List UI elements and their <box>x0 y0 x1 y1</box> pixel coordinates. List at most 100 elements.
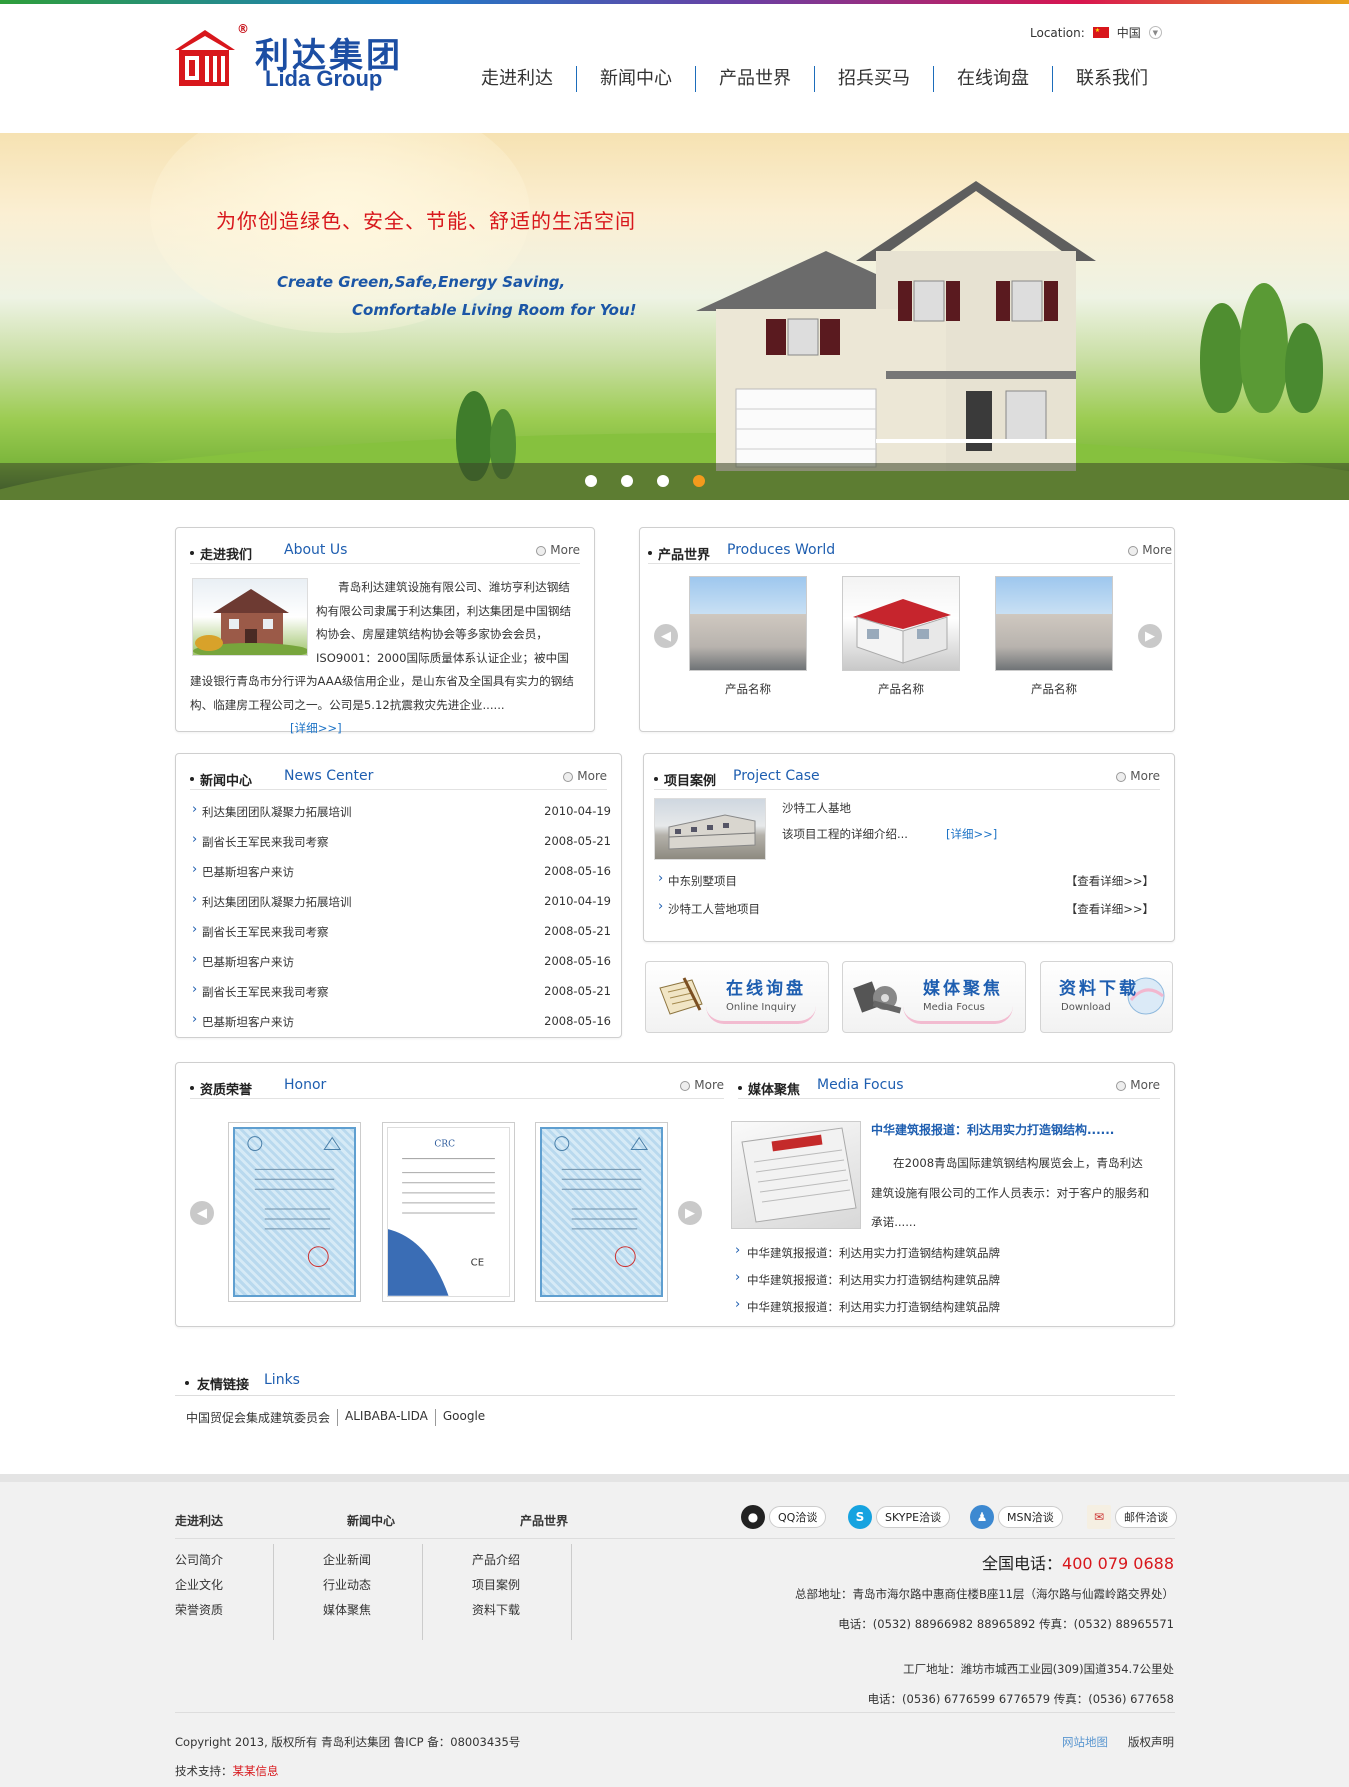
footer-link[interactable]: 媒体聚焦 <box>323 1598 371 1623</box>
footer-link[interactable]: 企业文化 <box>175 1573 223 1598</box>
about-panel: 走进我们 About Us More 青岛利达建筑设施有限公司、潍坊亨利达钢结构… <box>175 527 595 735</box>
product-image <box>842 576 960 671</box>
mail-icon: ✉ <box>1087 1505 1111 1529</box>
skype-chat-button[interactable]: S SKYPE洽谈 <box>848 1504 951 1530</box>
main-nav: 走进利达 新闻中心 产品世界 招兵买马 在线询盘 联系我们 <box>458 66 1171 92</box>
case-feature-title[interactable]: 沙特工人基地 <box>782 800 851 816</box>
media-more-link[interactable]: More <box>1116 1078 1160 1092</box>
email-chat-button[interactable]: ✉ 邮件洽谈 <box>1087 1504 1177 1530</box>
nav-products[interactable]: 产品世界 <box>695 66 814 92</box>
friend-link[interactable]: 中国贸促会集成建筑委员会 <box>186 1409 337 1426</box>
product-item[interactable]: 产品名称 <box>842 576 960 697</box>
media-row[interactable]: 中华建筑报报道：利达用实力打造钢结构建筑品牌 <box>735 1270 1000 1294</box>
friend-link[interactable]: Google <box>434 1409 492 1426</box>
slider-dot-2[interactable] <box>621 475 633 487</box>
about-more-link[interactable]: More <box>536 543 580 557</box>
footer-link[interactable]: 产品介绍 <box>472 1548 520 1573</box>
tree <box>1285 323 1323 413</box>
media-summary: 在2008青岛国际建筑钢结构展览会上，青岛利达建筑设施有限公司的工作人员表示：对… <box>871 1156 1150 1229</box>
cases-more-link[interactable]: More <box>1116 769 1160 783</box>
qq-chat-button[interactable]: ● QQ洽谈 <box>741 1504 827 1530</box>
footer-link[interactable]: 资料下载 <box>472 1598 520 1623</box>
hq-address: 总部地址：青岛市海尔路中惠商住楼B座11层（海尔路与仙霞岭路交界处） <box>794 1587 1174 1601</box>
news-row[interactable]: 副省长王军民来我司考察2008-05-21 <box>192 918 611 944</box>
slider-dot-1[interactable] <box>585 475 597 487</box>
hq-tel: 电话：(0532) 88966982 88965892 传真：(0532) 88… <box>838 1617 1174 1631</box>
location-selector[interactable]: Location: 中国 ▼ <box>1030 24 1162 41</box>
product-item[interactable]: 产品名称 <box>995 576 1113 697</box>
honor-certificate[interactable]: CRC CE <box>382 1122 515 1302</box>
links-title: 友情链接 Links <box>175 1370 1175 1396</box>
msn-chat-button[interactable]: ♟ MSN洽谈 <box>970 1504 1063 1530</box>
product-item[interactable]: 产品名称 <box>689 576 807 697</box>
banner-slogan-en-1: Create Green,Safe,Energy Saving, <box>277 273 566 291</box>
honor-certificate[interactable] <box>535 1122 668 1302</box>
cases-title: 项目案例 Project Case More <box>654 768 1160 790</box>
news-row[interactable]: 利达集团团队凝聚力拓展培训2010-04-19 <box>192 888 611 914</box>
online-inquiry-button[interactable]: 在线询盘 Online Inquiry <box>645 961 829 1033</box>
case-detail-link[interactable]: [详细>>] <box>946 826 997 842</box>
footer-link[interactable]: 荣誉资质 <box>175 1598 223 1623</box>
news-more-link[interactable]: More <box>563 769 607 783</box>
tech-support-link[interactable]: 某某信息 <box>233 1764 279 1778</box>
nav-news[interactable]: 新闻中心 <box>576 66 695 92</box>
case-row[interactable]: 中东别墅项目【查看详细>>】 <box>658 870 1154 892</box>
sitemap-link[interactable]: 网站地图 <box>1062 1734 1108 1750</box>
download-button[interactable]: 资料下载 Download <box>1040 961 1173 1033</box>
friend-links: 中国贸促会集成建筑委员会 ALIBABA-LIDA Google <box>186 1409 492 1426</box>
friend-link[interactable]: ALIBABA-LIDA <box>337 1409 435 1426</box>
header: ® 利达集团 Lida Group Location: 中国 ▼ 走进利达 新闻… <box>0 4 1349 133</box>
banner-slogan-en-2: Comfortable Living Room for You! <box>352 301 637 319</box>
honor-certificate[interactable] <box>228 1122 361 1302</box>
about-detail-link[interactable]: [详细>>] <box>290 721 342 735</box>
slider-dot-3[interactable] <box>657 475 669 487</box>
nav-contact[interactable]: 联系我们 <box>1052 66 1171 92</box>
copyright-statement-link[interactable]: 版权声明 <box>1128 1734 1174 1750</box>
nav-recruit[interactable]: 招兵买马 <box>814 66 933 92</box>
news-row[interactable]: 巴基斯坦客户来访2008-05-16 <box>192 858 611 884</box>
products-prev-arrow[interactable]: ◀ <box>654 624 678 648</box>
products-panel: 产品世界 Produces World More ◀ 产品名称 产品名称 产品名… <box>639 527 1175 732</box>
skype-icon: S <box>848 1505 872 1529</box>
nav-inquiry[interactable]: 在线询盘 <box>933 66 1052 92</box>
news-panel: 新闻中心 News Center More 利达集团团队凝聚力拓展培训2010-… <box>175 753 622 1038</box>
news-row[interactable]: 巴基斯坦客户来访2008-05-16 <box>192 1008 611 1034</box>
footer-col-title: 走进利达 <box>175 1514 224 1528</box>
svg-text:CE: CE <box>471 1257 484 1268</box>
nav-about[interactable]: 走进利达 <box>458 66 576 92</box>
case-image <box>654 798 766 860</box>
news-row[interactable]: 副省长王军民来我司考察2008-05-21 <box>192 978 611 1004</box>
footer-link[interactable]: 公司简介 <box>175 1548 223 1573</box>
media-row[interactable]: 中华建筑报报道：利达用实力打造钢结构建筑品牌 <box>735 1243 1000 1267</box>
logo[interactable]: ® 利达集团 Lida Group <box>175 22 415 92</box>
media-row[interactable]: 中华建筑报报道：利达用实力打造钢结构建筑品牌 <box>735 1297 1000 1321</box>
media-title: 媒体聚焦 Media Focus More <box>738 1077 1160 1099</box>
news-row[interactable]: 利达集团团队凝聚力拓展培训2010-04-19 <box>192 798 611 824</box>
notebook-icon <box>659 977 703 1015</box>
footer-link[interactable]: 行业动态 <box>323 1573 371 1598</box>
slider-dot-4[interactable] <box>693 475 705 487</box>
media-focus-button[interactable]: 媒体聚焦 Media Focus <box>842 961 1026 1033</box>
products-next-arrow[interactable]: ▶ <box>1138 624 1162 648</box>
footer-col-title: 产品世界 <box>520 1514 569 1528</box>
case-row[interactable]: 沙特工人营地项目【查看详细>>】 <box>658 898 1154 920</box>
footer-col-title: 新闻中心 <box>347 1514 396 1528</box>
media-headline[interactable]: 中华建筑报报道：利达用实力打造钢结构...... <box>871 1121 1114 1138</box>
footer-col-news: 企业新闻 行业动态 媒体聚焦 <box>323 1548 371 1623</box>
honor-prev-arrow[interactable]: ◀ <box>190 1201 214 1225</box>
honor-more-link[interactable]: More <box>680 1078 724 1092</box>
honor-next-arrow[interactable]: ▶ <box>678 1201 702 1225</box>
products-title: 产品世界 Produces World More <box>648 542 1172 564</box>
factory-tel: 电话：(0536) 6776599 6776579 传真：(0536) 6776… <box>867 1692 1174 1706</box>
products-more-link[interactable]: More <box>1128 543 1172 557</box>
film-reel-icon <box>853 981 902 1014</box>
slider-dots <box>585 475 705 487</box>
footer-link[interactable]: 企业新闻 <box>323 1548 371 1573</box>
news-row[interactable]: 巴基斯坦客户来访2008-05-16 <box>192 948 611 974</box>
news-row[interactable]: 副省长王军民来我司考察2008-05-21 <box>192 828 611 854</box>
chevron-down-icon[interactable]: ▼ <box>1148 26 1162 39</box>
footer-link[interactable]: 项目案例 <box>472 1573 520 1598</box>
honor-title: 资质荣誉 Honor More <box>190 1077 724 1099</box>
footer-col-about: 公司简介 企业文化 荣誉资质 <box>175 1548 223 1623</box>
logo-house-icon <box>175 30 235 86</box>
